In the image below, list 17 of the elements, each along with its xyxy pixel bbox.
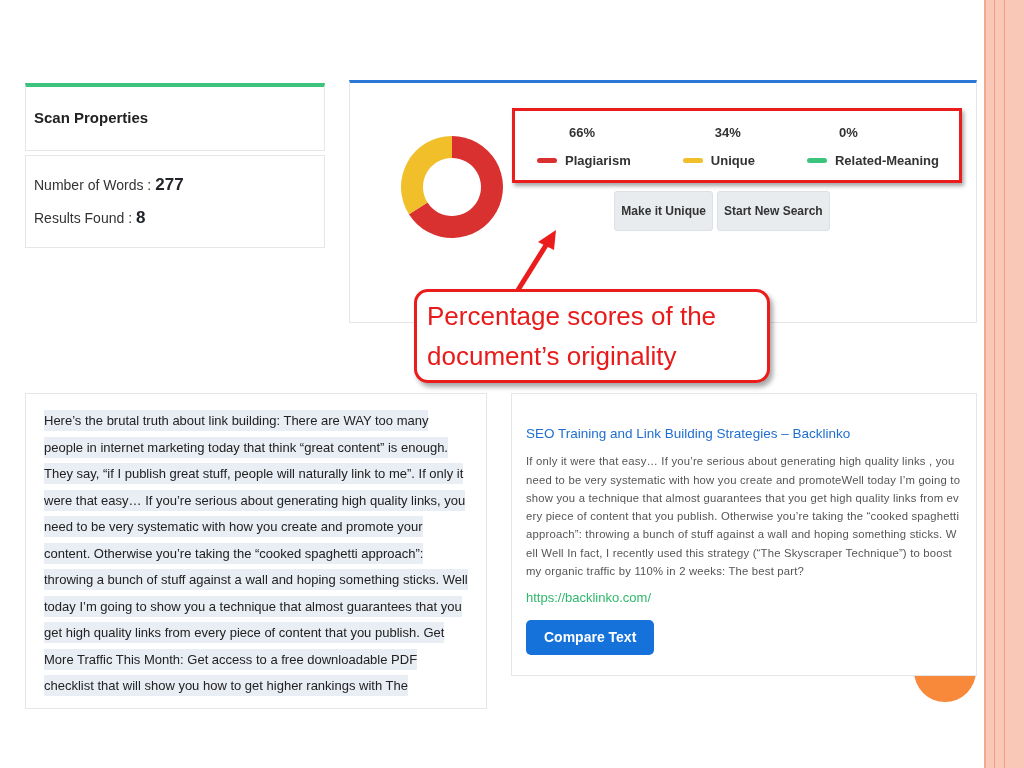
action-button[interactable]: Make it Unique: [614, 191, 713, 231]
stat-label: Results Found :: [34, 209, 133, 228]
panel-title: Scan Properties: [34, 108, 150, 128]
stat-label: Number of Words :: [34, 175, 152, 195]
result-title-link[interactable]: SEO Training and Link Building Strategies – Backlinko: [526, 424, 962, 445]
legend-label: Plagiarism: [565, 151, 631, 170]
legend-label: Related-Meaning: [835, 151, 939, 170]
result-snippet: If only it were that easy… If you’re serious about generating high quality links , you need to be very systematic with how you create and promoteWell today I’m going to show you a technique that almost guarantees that you get high quality links from every piece of content that you publish. Otherwise you’re taking the “cooked spaghetti approach”: throwing a bunch of stuff against a wall and hoping something sticks. Well Well In fact, I recently used this strategy (“The Skyscraper Technique”) to boost my organic traffic by 110% in 2 weeks: The best part?: [526, 454, 962, 580]
callout-text: Percentage scores of the document’s originality: [414, 289, 770, 383]
stat-value: 277: [155, 173, 184, 196]
stat-value: 8: [136, 207, 146, 229]
legend-label: Unique: [710, 151, 755, 170]
action-button[interactable]: Start New Search: [717, 191, 830, 231]
percentage-value: 66%: [568, 124, 597, 142]
percentage-value: 34%: [713, 124, 742, 142]
percentage-value: 0%: [838, 124, 859, 142]
compare-text-button[interactable]: Compare Text: [526, 619, 655, 655]
